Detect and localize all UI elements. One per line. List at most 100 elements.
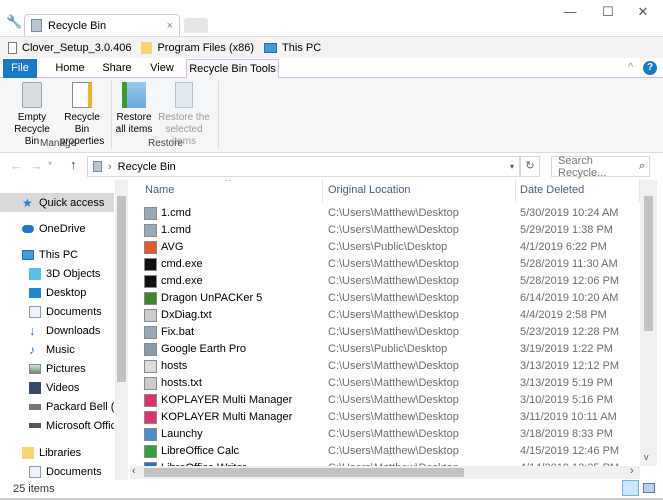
file-row[interactable]: cmd.exe C:\Users\Matthew\Desktop 5/28/20… bbox=[130, 256, 640, 273]
restore-all-button[interactable]: Restore all items bbox=[114, 82, 154, 136]
file-list-horizontal-scrollbar[interactable]: ‹ › bbox=[130, 465, 640, 479]
file-original-location: C:\Users\Matthew\Desktop bbox=[328, 326, 459, 338]
file-row[interactable]: Launchy C:\Users\Matthew\Desktop 3/18/20… bbox=[130, 426, 640, 443]
large-icons-view-button[interactable] bbox=[643, 483, 655, 493]
column-header-date-deleted[interactable]: Date Deleted bbox=[520, 182, 584, 199]
quick-item-program-files[interactable]: Program Files (x86) bbox=[141, 41, 254, 54]
nav-desktop[interactable]: Desktop bbox=[0, 283, 114, 302]
file-icon bbox=[144, 377, 157, 390]
nav-scrollbar[interactable] bbox=[115, 180, 128, 482]
help-icon[interactable]: ? bbox=[643, 61, 657, 75]
file-name: hosts bbox=[161, 360, 188, 372]
new-tab-button[interactable] bbox=[184, 18, 208, 33]
file-name: 1.cmd bbox=[161, 207, 191, 219]
forward-icon[interactable]: → bbox=[30, 158, 43, 173]
file-icon bbox=[144, 411, 157, 424]
file-row[interactable]: 1.cmd C:\Users\Matthew\Desktop 5/30/2019… bbox=[130, 205, 640, 222]
file-icon bbox=[144, 292, 157, 305]
column-header-original-location[interactable]: Original Location bbox=[328, 182, 411, 199]
file-name: Fix.bat bbox=[161, 326, 195, 338]
search-input[interactable]: Search Recycle... ⌕ bbox=[551, 155, 650, 179]
address-bar[interactable]: › Recycle Bin ▾ bbox=[87, 156, 520, 177]
close-tab-icon[interactable]: × bbox=[167, 20, 173, 32]
file-name: cmd.exe bbox=[161, 258, 203, 270]
file-list-vertical-scrollbar[interactable]: v bbox=[640, 180, 657, 466]
file-original-location: C:\Users\Matthew\Desktop bbox=[328, 394, 459, 406]
scroll-down-icon[interactable]: v bbox=[644, 452, 649, 462]
scroll-left-icon[interactable]: ‹ bbox=[132, 465, 136, 477]
scroll-right-icon[interactable]: › bbox=[630, 465, 634, 477]
file-row[interactable]: LibreOffice Calc C:\Users\Matthew\Deskto… bbox=[130, 443, 640, 460]
back-icon[interactable]: ← bbox=[10, 158, 23, 173]
file-row[interactable]: KOPLAYER Multi Manager C:\Users\Matthew\… bbox=[130, 409, 640, 426]
nav-microsoft-office[interactable]: Microsoft Office bbox=[0, 416, 114, 435]
close-button[interactable]: ✕ bbox=[628, 4, 658, 20]
nav-this-pc[interactable]: This PC bbox=[0, 245, 114, 264]
refresh-icon[interactable]: ↻ bbox=[520, 156, 540, 177]
quick-item-this-pc[interactable]: This PC bbox=[264, 42, 321, 54]
file-row[interactable]: Fix.bat C:\Users\Matthew\Desktop 5/23/20… bbox=[130, 324, 640, 341]
tab-recycle-bin-tools[interactable]: Recycle Bin Tools bbox=[186, 59, 279, 79]
tab-home[interactable]: Home bbox=[50, 59, 90, 78]
nav-music[interactable]: ♪ Music bbox=[0, 340, 114, 359]
recent-chevron-icon[interactable]: ▾ bbox=[48, 159, 52, 168]
file-row[interactable]: Dragon UnPACKer 5 C:\Users\Matthew\Deskt… bbox=[130, 290, 640, 307]
properties-icon bbox=[72, 82, 92, 108]
file-icon bbox=[144, 275, 157, 288]
file-icon bbox=[144, 309, 157, 322]
file-name: cmd.exe bbox=[161, 275, 203, 287]
details-view-button[interactable] bbox=[622, 480, 639, 496]
file-row[interactable]: AVG C:\Users\Public\Desktop 4/1/2019 6:2… bbox=[130, 239, 640, 256]
nav-library-documents[interactable]: Documents bbox=[0, 462, 114, 481]
quick-item-clover[interactable]: Clover_Setup_3.0.406 bbox=[8, 41, 131, 54]
label: Empty bbox=[17, 112, 47, 123]
tab-view[interactable]: View bbox=[144, 59, 180, 78]
minimize-button[interactable]: — bbox=[555, 4, 585, 20]
file-name: KOPLAYER Multi Manager bbox=[161, 411, 293, 423]
scrollbar-thumb[interactable] bbox=[144, 468, 464, 477]
nav-libraries[interactable]: Libraries bbox=[0, 443, 114, 462]
nav-downloads[interactable]: ↓ Downloads bbox=[0, 321, 114, 340]
up-icon[interactable]: ↑ bbox=[70, 157, 77, 172]
file-row[interactable]: hosts C:\Users\Matthew\Desktop 3/13/2019… bbox=[130, 358, 640, 375]
column-header-name[interactable]: Name bbox=[145, 182, 174, 199]
nav-scrollbar-thumb[interactable] bbox=[117, 196, 126, 382]
nav-videos[interactable]: Videos bbox=[0, 378, 114, 397]
file-icon bbox=[8, 41, 17, 54]
file-row[interactable]: cmd.exe C:\Users\Matthew\Desktop 5/28/20… bbox=[130, 273, 640, 290]
quick-item-label: This PC bbox=[282, 41, 322, 54]
collapse-ribbon-icon[interactable]: ^ bbox=[628, 61, 633, 73]
tab-recycle-bin[interactable]: Recycle Bin × bbox=[24, 14, 180, 36]
group-label-restore: Restore bbox=[148, 138, 184, 149]
nav-packard-bell-drive[interactable]: Packard Bell (C:) bbox=[0, 397, 114, 416]
nav-documents[interactable]: Documents bbox=[0, 302, 114, 321]
desktop-icon bbox=[29, 287, 41, 298]
divider bbox=[111, 81, 112, 149]
file-date-deleted: 3/18/2019 8:33 PM bbox=[520, 428, 613, 440]
file-row[interactable]: DxDiag.txt C:\Users\Matthew\Desktop 4/4/… bbox=[130, 307, 640, 324]
recycle-bin-icon bbox=[31, 19, 42, 32]
file-row[interactable]: 1.cmd C:\Users\Matthew\Desktop 5/29/2019… bbox=[130, 222, 640, 239]
nav-pictures[interactable]: Pictures bbox=[0, 359, 114, 378]
tab-file[interactable]: File bbox=[3, 59, 37, 78]
scrollbar-thumb[interactable] bbox=[644, 196, 653, 331]
nav-label: Documents bbox=[46, 465, 102, 478]
file-date-deleted: 5/28/2019 11:30 AM bbox=[520, 258, 618, 270]
video-icon bbox=[29, 381, 41, 394]
file-row[interactable]: hosts.txt C:\Users\Matthew\Desktop 3/13/… bbox=[130, 375, 640, 392]
nav-onedrive[interactable]: OneDrive bbox=[0, 219, 114, 238]
label: all items bbox=[115, 124, 153, 135]
breadcrumb[interactable]: Recycle Bin bbox=[118, 161, 176, 173]
nav-quick-access[interactable]: ★ Quick access bbox=[0, 193, 114, 212]
file-name: 1.cmd bbox=[161, 224, 191, 236]
file-row[interactable]: KOPLAYER Multi Manager C:\Users\Matthew\… bbox=[130, 392, 640, 409]
maximize-button[interactable]: ☐ bbox=[593, 4, 623, 20]
file-row[interactable]: Google Earth Pro C:\Users\Public\Desktop… bbox=[130, 341, 640, 358]
address-dropdown-icon[interactable]: ▾ bbox=[510, 162, 514, 171]
column-divider[interactable] bbox=[322, 180, 323, 202]
tab-share[interactable]: Share bbox=[98, 59, 136, 78]
file-date-deleted: 5/23/2019 12:28 PM bbox=[520, 326, 620, 338]
nav-3d-objects[interactable]: 3D Objects bbox=[0, 264, 114, 283]
column-divider[interactable] bbox=[515, 180, 516, 202]
wrench-icon[interactable]: 🔧 bbox=[6, 14, 22, 30]
